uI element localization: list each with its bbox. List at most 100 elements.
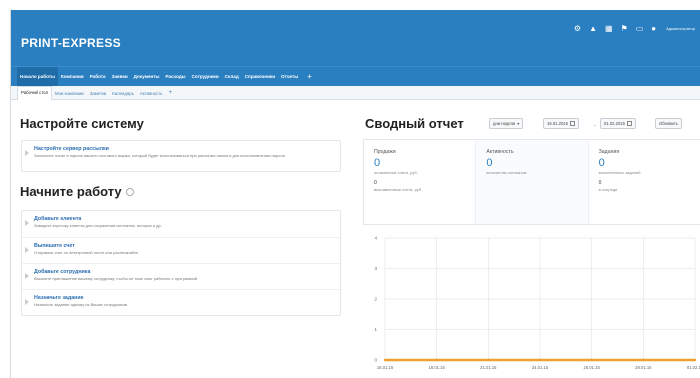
chart-svg: 0 1 2 3 4 16.01.15 18.01.15 21.01.15 24.01.15 26.… bbox=[374, 236, 700, 371]
stat-sub: выполненных заданий bbox=[598, 170, 641, 175]
task-description: Отправьте счет по электронной почте или … bbox=[34, 250, 139, 255]
subnav-item-activity[interactable]: Активность bbox=[137, 91, 166, 96]
task-description: Назначьте задание одному из Ваших сотруд… bbox=[34, 302, 128, 307]
chart-point bbox=[693, 358, 697, 362]
top-header: PRINT-EXPRESS ⚙ ▲ ▦ ⚑ ▭ ● Администратор bbox=[11, 10, 700, 66]
task-item[interactable]: Выпишите счет Отправьте счет по электрон… bbox=[22, 237, 340, 263]
nav-item-expenses[interactable]: Расходы bbox=[163, 67, 189, 87]
flag-icon[interactable]: ⚑ bbox=[621, 24, 628, 34]
chart-ytick-label: 2 bbox=[374, 297, 377, 302]
chart-ytick-label: 3 bbox=[374, 266, 377, 271]
task-title[interactable]: Настройте сервер рассылки bbox=[34, 146, 340, 153]
date-from-field[interactable]: 16.01.2015 bbox=[543, 118, 579, 129]
chevron-right-icon bbox=[25, 220, 29, 226]
nav-item-start[interactable]: Начало работы bbox=[17, 67, 58, 87]
period-select[interactable]: дни недели ▾ bbox=[489, 118, 524, 129]
main-nav: Начало работы Компании Работа Заявки Док… bbox=[11, 66, 700, 87]
subnav-item-notes[interactable]: Заметки bbox=[87, 91, 109, 96]
calendar-icon[interactable] bbox=[626, 121, 632, 127]
task-title[interactable]: Назначьте задание bbox=[34, 295, 340, 302]
setup-title: Настройте систему bbox=[20, 116, 144, 131]
subnav-add-button[interactable]: + bbox=[165, 90, 175, 96]
setup-panel: Настройте сервер рассылки Заполните логи… bbox=[21, 140, 341, 172]
sub-nav: Рабочий стол Мои компании Заметки Календ… bbox=[11, 86, 700, 100]
nav-item-documents[interactable]: Документы bbox=[131, 67, 163, 87]
nav-item-warehouse[interactable]: Склад bbox=[222, 67, 242, 87]
task-description: Вышлите приглашение вашему сотруднику, ч… bbox=[34, 276, 198, 281]
activity-chart: 0 1 2 3 4 16.01.15 18.01.15 21.01.15 24.01.15 26.… bbox=[363, 232, 700, 378]
start-title: Начните работу bbox=[20, 184, 134, 199]
subnav-item-my-companies[interactable]: Мои компании bbox=[52, 91, 87, 96]
chart-ytick-label: 1 bbox=[374, 327, 377, 332]
chart-xtick-label: 29.01.15 bbox=[635, 365, 652, 370]
chart-ytick-label: 0 bbox=[374, 358, 377, 363]
task-title[interactable]: Добавьте клиента bbox=[34, 216, 340, 223]
header-icons: ⚙ ▲ ▦ ⚑ ▭ ● Администратор bbox=[574, 24, 695, 34]
nav-add-button[interactable]: + bbox=[301, 67, 318, 87]
grid-icon[interactable]: ▦ bbox=[605, 24, 613, 34]
task-title[interactable]: Добавьте сотрудника bbox=[34, 269, 340, 276]
task-item[interactable]: Добавьте клиента Заведите карточку клиен… bbox=[22, 211, 340, 237]
stat-value[interactable]: 0 bbox=[599, 158, 700, 169]
settings-icon[interactable]: ⚙ bbox=[574, 24, 581, 34]
chevron-right-icon bbox=[25, 247, 29, 253]
stat-small-value: 0 bbox=[374, 180, 377, 186]
chevron-right-icon bbox=[25, 299, 29, 305]
calendar-icon[interactable] bbox=[569, 121, 575, 127]
date-range-dash: - bbox=[594, 123, 596, 129]
period-select-value: дни недели bbox=[493, 121, 516, 126]
chart-point bbox=[538, 358, 542, 362]
start-panel: Добавьте клиента Заведите карточку клиен… bbox=[21, 210, 341, 316]
refresh-button[interactable]: Обновить bbox=[655, 118, 682, 129]
chart-point bbox=[435, 358, 438, 362]
help-icon[interactable] bbox=[125, 187, 134, 196]
app-logo[interactable]: PRINT-EXPRESS bbox=[21, 36, 121, 50]
date-to-field[interactable]: 01.02.2015 bbox=[600, 118, 636, 129]
app-frame: PRINT-EXPRESS ⚙ ▲ ▦ ⚑ ▭ ● Администратор … bbox=[10, 10, 700, 378]
subnav-item-desktop[interactable]: Рабочий стол bbox=[17, 86, 52, 100]
stats-panel: Продажи 0 оплаченные счета, руб. 0 выста… bbox=[363, 139, 700, 225]
stat-small-sub: выставленные счета, руб. bbox=[374, 187, 423, 192]
chart-xtick-label: 26.01.15 bbox=[584, 365, 601, 370]
nav-item-companies[interactable]: Компании bbox=[58, 67, 87, 87]
date-to-value: 01.02.2015 bbox=[604, 121, 625, 126]
stat-tasks: Задания 0 выполненных заданий 0 в очеред… bbox=[589, 140, 700, 224]
stat-small-sub: в очереди bbox=[598, 187, 618, 192]
stat-sales: Продажи 0 оплаченные счета, руб. 0 выста… bbox=[364, 140, 475, 224]
chart-point bbox=[487, 358, 490, 362]
stat-activity: Активность 0 количество контактов bbox=[475, 140, 589, 224]
nav-item-requests[interactable]: Заявки bbox=[109, 67, 131, 87]
date-from-value: 16.01.2015 bbox=[547, 121, 568, 126]
task-item[interactable]: Настройте сервер рассылки Заполните логи… bbox=[22, 141, 340, 171]
summary-report-column: Сводный отчет дни недели ▾ 16.01.2015 - 0… bbox=[359, 102, 700, 378]
chart-xtick-label: 21.01.15 bbox=[480, 365, 497, 370]
window-icon[interactable]: ▭ bbox=[636, 24, 644, 34]
stat-small-value: 0 bbox=[598, 180, 602, 186]
chart-xtick-label: 18.01.15 bbox=[429, 365, 446, 370]
stat-label: Продажи bbox=[374, 149, 396, 155]
user-menu[interactable]: Администратор bbox=[666, 24, 695, 34]
nav-item-reports[interactable]: Отчеты bbox=[278, 67, 301, 87]
chevron-right-icon bbox=[25, 150, 29, 156]
bell-icon[interactable]: ▲ bbox=[589, 24, 597, 34]
getting-started-column: Настройте систему Настройте сервер рассы… bbox=[11, 102, 351, 378]
chart-point bbox=[642, 358, 645, 362]
chart-xtick-label: 24.01.15 bbox=[532, 365, 549, 370]
nav-item-directories[interactable]: Справочники bbox=[242, 67, 278, 87]
start-title-text: Начните работу bbox=[20, 184, 122, 199]
nav-item-work[interactable]: Работа bbox=[87, 67, 109, 87]
stat-value[interactable]: 0 bbox=[486, 158, 587, 169]
stat-sub: оплаченные счета, руб. bbox=[374, 170, 418, 175]
stat-label: Задания bbox=[598, 149, 620, 155]
chart-xtick-label: 01.02.15 bbox=[687, 365, 700, 370]
chart-ytick-label: 4 bbox=[374, 236, 377, 241]
task-item[interactable]: Назначьте задание Назначьте задание одно… bbox=[22, 289, 340, 315]
stat-value[interactable]: 0 bbox=[374, 158, 475, 169]
task-title[interactable]: Выпишите счет bbox=[34, 243, 340, 250]
task-item[interactable]: Добавьте сотрудника Вышлите приглашение … bbox=[22, 263, 340, 289]
chevron-right-icon bbox=[25, 273, 29, 279]
chart-xtick-label: 16.01.15 bbox=[377, 365, 394, 370]
nav-item-employees[interactable]: Сотрудники bbox=[189, 67, 222, 87]
info-icon[interactable]: ● bbox=[651, 24, 656, 34]
subnav-item-calendar[interactable]: Календарь bbox=[109, 91, 137, 96]
